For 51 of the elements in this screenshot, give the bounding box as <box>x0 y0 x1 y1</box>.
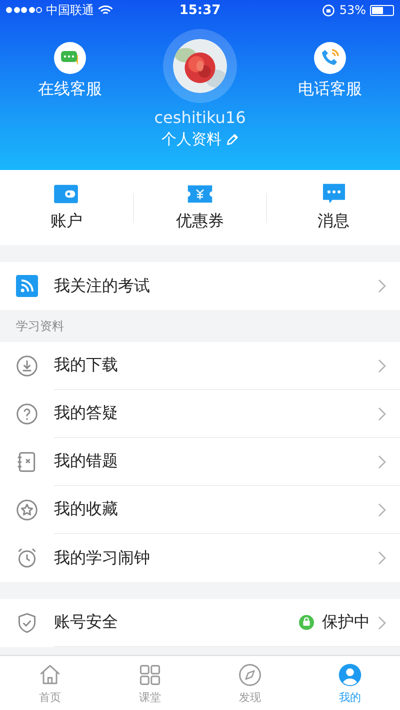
item-label: 我关注的考试 <box>54 276 151 296</box>
phone-icon <box>314 42 346 74</box>
list-item[interactable]: 我的学习闹钟 <box>0 534 400 582</box>
chat-icon <box>54 42 86 74</box>
status-text: 保护中 <box>322 612 370 633</box>
battery-icon <box>370 4 394 16</box>
shield-icon <box>16 612 38 634</box>
item-label: 我的下载 <box>54 355 119 376</box>
chevron-icon <box>378 358 386 372</box>
service-label[interactable]: 在线客服 <box>38 79 102 100</box>
clock: 15:37 <box>179 2 221 18</box>
item-label: 我的错题 <box>54 451 119 472</box>
wallet-icon <box>53 183 80 205</box>
download-icon <box>16 355 38 377</box>
item-label: 我的收藏 <box>54 499 119 520</box>
help-icon <box>16 403 38 425</box>
list-item[interactable]: 我关注的考试 <box>0 262 400 310</box>
service-label[interactable]: 电话客服 <box>298 79 362 100</box>
pencil-icon <box>224 132 238 146</box>
alarm-clock-icon <box>16 547 38 569</box>
lock-icon <box>299 615 314 630</box>
item-label: 我的学习闹钟 <box>54 548 151 568</box>
item-label: 我的答疑 <box>54 403 119 424</box>
chevron-icon <box>378 551 386 565</box>
signal-icon <box>6 7 42 13</box>
shortcut-label[interactable]: 消息 <box>318 211 350 232</box>
username: ceshitiku16 <box>154 108 246 127</box>
notebook-icon <box>16 451 38 473</box>
shortcut-label[interactable]: 账户 <box>50 211 82 232</box>
wifi-icon <box>98 4 113 16</box>
carrier-name: 中国联通 <box>46 2 94 18</box>
ticket-icon <box>187 183 213 205</box>
list-item[interactable]: 我的收藏 <box>0 486 400 534</box>
chevron-icon <box>378 454 386 468</box>
chevron-icon <box>378 406 386 420</box>
chevron-icon <box>378 616 386 630</box>
chevron-icon <box>378 279 386 293</box>
compass-icon <box>237 662 263 688</box>
rss-icon <box>16 275 38 297</box>
list-item[interactable]: 我的答疑 <box>0 390 400 438</box>
section-title: 学习资料 <box>15 318 65 334</box>
battery-level: 53% <box>339 3 366 17</box>
list-item[interactable]: 账号安全 保护中 <box>0 599 400 647</box>
shortcut-label[interactable]: 优惠券 <box>176 211 224 232</box>
profile-icon <box>337 662 363 688</box>
chevron-icon <box>378 502 386 516</box>
item-label: 账号安全 <box>54 612 119 633</box>
list-item[interactable]: 我的错题 <box>0 438 400 486</box>
rotation-lock-icon <box>322 4 336 16</box>
chat-bubble-icon <box>320 183 347 205</box>
list-item[interactable]: 我的下载 <box>0 342 400 390</box>
